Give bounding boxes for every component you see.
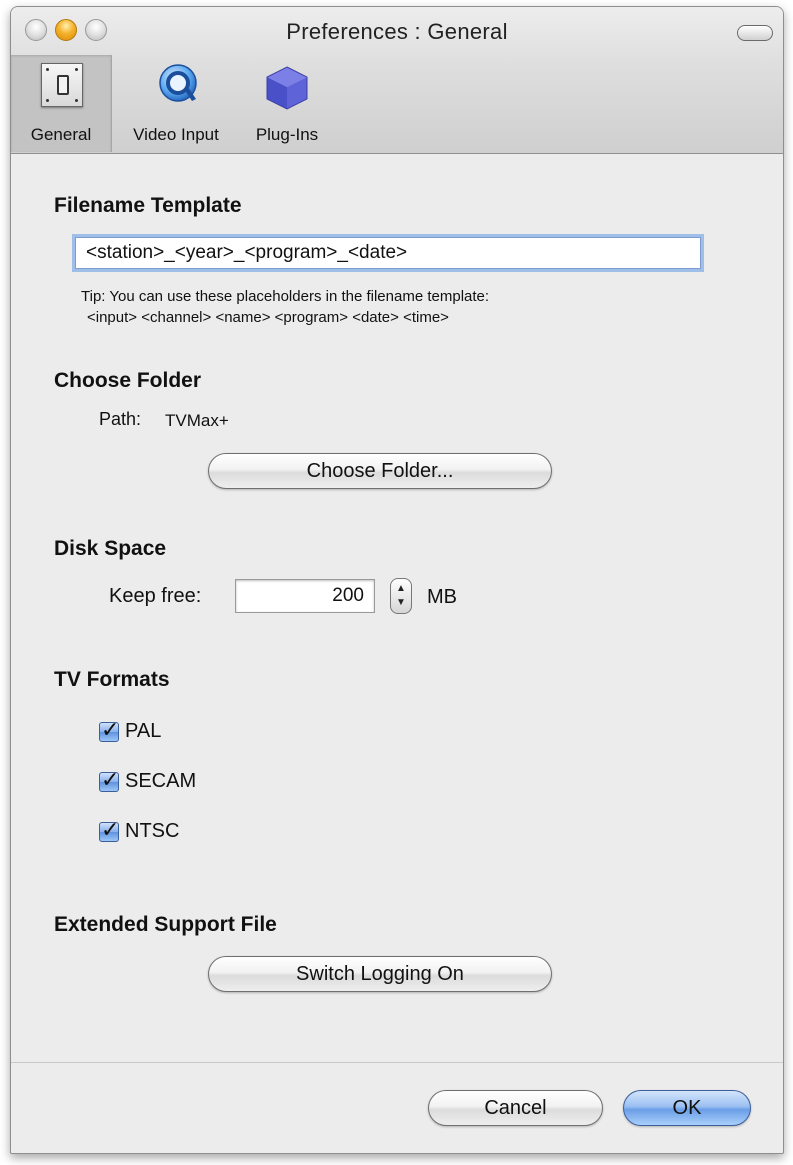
unit-label: MB bbox=[427, 586, 457, 608]
preferences-window: Preferences : General General Video Inpu… bbox=[10, 6, 784, 1154]
checkmark-icon: ✓ bbox=[101, 717, 120, 742]
cube-icon bbox=[266, 66, 308, 110]
filename-template-input[interactable]: <station>_<year>_<program>_<date> bbox=[75, 237, 701, 269]
secam-checkbox[interactable]: ✓ bbox=[99, 767, 119, 792]
toolbar-item-video-input[interactable]: Video Input bbox=[115, 61, 237, 153]
section-heading-extended-support: Extended Support File bbox=[54, 913, 277, 936]
window-title: Preferences : General bbox=[286, 19, 508, 44]
ok-button[interactable]: OK bbox=[623, 1090, 751, 1126]
footer-separator bbox=[11, 1062, 783, 1063]
template-placeholders-line: <input> <channel> <name> <program> <date… bbox=[87, 309, 449, 326]
keep-free-stepper[interactable]: ▲ ▼ bbox=[390, 578, 412, 614]
checkmark-icon: ✓ bbox=[101, 817, 120, 842]
cancel-button[interactable]: Cancel bbox=[428, 1090, 603, 1126]
stepper-down-icon[interactable]: ▼ bbox=[391, 597, 411, 609]
checkbox-label: NTSC bbox=[125, 820, 180, 842]
keep-free-label: Keep free: bbox=[109, 585, 202, 607]
path-label: Path: bbox=[99, 409, 142, 429]
preferences-content: Filename Template <station>_<year>_<prog… bbox=[11, 154, 783, 1063]
toolbar-item-label: General bbox=[30, 125, 92, 144]
path-value: TVMax+ bbox=[165, 411, 229, 430]
toolbar-item-label: Video Input bbox=[133, 125, 219, 144]
quicktime-icon bbox=[159, 64, 197, 102]
pal-checkbox[interactable]: ✓ bbox=[99, 717, 119, 742]
checkbox-label: SECAM bbox=[125, 770, 197, 792]
checkbox-label: PAL bbox=[125, 720, 162, 742]
section-heading-tv-formats: TV Formats bbox=[54, 668, 170, 691]
template-tip-line: Tip: You can use these placeholders in t… bbox=[81, 288, 490, 305]
toolbar-item-plug-ins[interactable]: Plug-Ins bbox=[239, 61, 335, 153]
keep-free-input[interactable]: 200 bbox=[235, 579, 375, 613]
section-heading-choose-folder: Choose Folder bbox=[54, 369, 202, 392]
switch-icon bbox=[41, 63, 83, 107]
ntsc-checkbox[interactable]: ✓ bbox=[99, 817, 119, 842]
choose-folder-button[interactable]: Choose Folder... bbox=[208, 453, 552, 489]
section-heading-filename-template: Filename Template bbox=[54, 194, 242, 217]
stepper-up-icon[interactable]: ▲ bbox=[391, 583, 411, 595]
toolbar-item-label: Plug-Ins bbox=[255, 125, 319, 144]
title-bar: Preferences : General General Video Inpu… bbox=[11, 7, 783, 154]
toolbar-toggle-button[interactable] bbox=[737, 25, 773, 41]
checkmark-icon: ✓ bbox=[101, 767, 120, 792]
toolbar-item-general[interactable]: General bbox=[11, 55, 112, 152]
section-heading-disk-space: Disk Space bbox=[54, 537, 167, 560]
switch-logging-button[interactable]: Switch Logging On bbox=[208, 956, 552, 992]
